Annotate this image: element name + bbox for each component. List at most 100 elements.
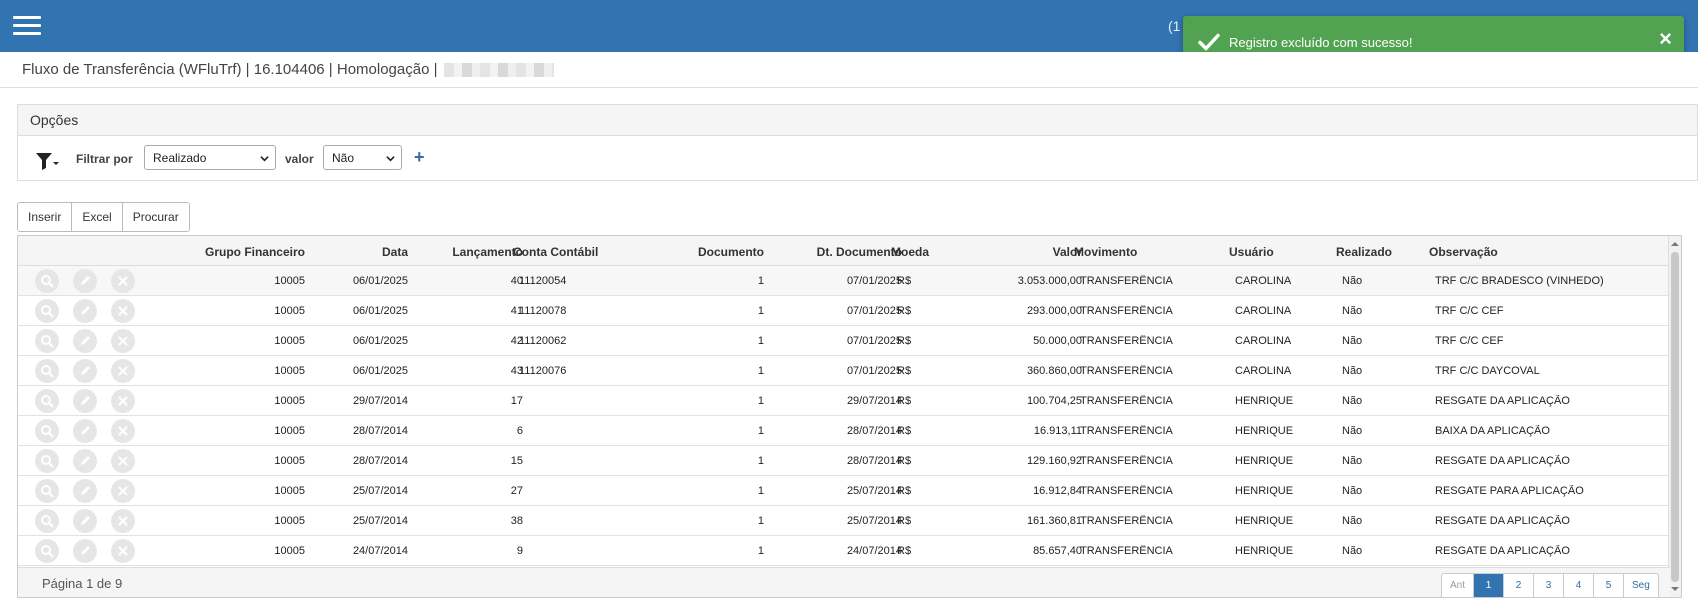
toast-close-button[interactable]: × bbox=[1659, 28, 1672, 50]
edit-record-button[interactable] bbox=[73, 539, 97, 563]
view-record-button[interactable] bbox=[35, 389, 59, 413]
cell-movimento: TRANSFERÊNCIA bbox=[1080, 425, 1173, 437]
menu-icon[interactable] bbox=[13, 16, 41, 36]
table-row[interactable]: 10005 25/07/2014 27 1 25/07/2014 R$ 16.912,84 T… bbox=[18, 476, 1681, 506]
cell-lancamento: 17 bbox=[510, 395, 523, 407]
edit-record-button[interactable] bbox=[73, 449, 97, 473]
view-record-button[interactable] bbox=[35, 509, 59, 533]
cell-usuario: HENRIQUE bbox=[1235, 515, 1294, 527]
view-record-button[interactable] bbox=[35, 539, 59, 563]
delete-record-button[interactable] bbox=[111, 269, 135, 293]
page-3-button[interactable]: 3 bbox=[1534, 574, 1565, 597]
view-record-button[interactable] bbox=[35, 479, 59, 503]
cell-movimento: TRANSFERÊNCIA bbox=[1080, 485, 1173, 497]
cell-realizado: Não bbox=[1342, 335, 1363, 347]
cell-lancamento: 9 bbox=[516, 545, 523, 557]
cell-usuario: CAROLINA bbox=[1235, 335, 1292, 347]
filter-icon[interactable] bbox=[35, 151, 59, 171]
options-panel: Opções Filtrar por Realizado valor Não + bbox=[17, 104, 1698, 181]
col-header-moeda[interactable]: Moeda bbox=[891, 245, 951, 259]
toast-message: Registro excluído com sucesso! bbox=[1229, 35, 1413, 50]
cell-dt-documento: 07/01/2025 bbox=[846, 305, 902, 317]
table-row[interactable]: 10005 29/07/2014 17 1 29/07/2014 R$ 100.704,25… bbox=[18, 386, 1681, 416]
insert-button[interactable]: Inserir bbox=[18, 203, 73, 231]
next-page-button[interactable]: Seg bbox=[1624, 574, 1658, 597]
col-header-lancamento[interactable]: Lançamento bbox=[413, 245, 523, 259]
delete-record-button[interactable] bbox=[111, 539, 135, 563]
filter-value-select[interactable]: Não bbox=[323, 145, 402, 170]
table-row[interactable]: 10005 06/01/2025 42 11120062 1 07/01/2025 R$ 50… bbox=[18, 326, 1681, 356]
table-row[interactable]: 10005 24/07/2014 9 1 24/07/2014 R$ 85.657,40 TR… bbox=[18, 536, 1681, 566]
cell-observacao: RESGATE DA APLICAÇÃO bbox=[1435, 455, 1570, 467]
scrollbar-thumb[interactable] bbox=[1671, 252, 1679, 582]
cell-valor: 161.360,81 bbox=[1026, 515, 1082, 527]
data-grid: Grupo Financeiro Data Lançamento Conta C… bbox=[17, 235, 1682, 598]
view-record-button[interactable] bbox=[35, 449, 59, 473]
col-header-dt-documento[interactable]: Dt. Documento bbox=[768, 245, 902, 259]
cell-data: 06/01/2025 bbox=[352, 335, 408, 347]
cell-movimento: TRANSFERÊNCIA bbox=[1080, 395, 1173, 407]
delete-record-button[interactable] bbox=[111, 479, 135, 503]
col-header-observacao[interactable]: Observação bbox=[1429, 245, 1659, 259]
scroll-down-icon[interactable] bbox=[1671, 585, 1679, 593]
page-1-button[interactable]: 1 bbox=[1474, 574, 1505, 597]
col-header-realizado[interactable]: Realizado bbox=[1336, 245, 1426, 259]
table-row[interactable]: 10005 06/01/2025 43 11120076 1 07/01/2025 R$ 36… bbox=[18, 356, 1681, 386]
table-row[interactable]: 10005 06/01/2025 41 11120078 1 07/01/2025 R$ 29… bbox=[18, 296, 1681, 326]
edit-record-button[interactable] bbox=[73, 299, 97, 323]
view-record-button[interactable] bbox=[35, 299, 59, 323]
edit-record-button[interactable] bbox=[73, 269, 97, 293]
cell-dt-documento: 07/01/2025 bbox=[846, 275, 902, 287]
col-header-valor[interactable]: Valor bbox=[968, 245, 1082, 259]
filter-field-select[interactable]: Realizado bbox=[144, 145, 276, 170]
cell-documento: 1 bbox=[757, 305, 764, 317]
page-4-button[interactable]: 4 bbox=[1564, 574, 1595, 597]
cell-lancamento: 27 bbox=[510, 485, 523, 497]
cell-movimento: TRANSFERÊNCIA bbox=[1080, 305, 1173, 317]
cell-lancamento: 38 bbox=[510, 515, 523, 527]
col-header-usuario[interactable]: Usuário bbox=[1229, 245, 1329, 259]
edit-record-button[interactable] bbox=[73, 509, 97, 533]
edit-record-button[interactable] bbox=[73, 359, 97, 383]
delete-record-button[interactable] bbox=[111, 329, 135, 353]
page-5-button[interactable]: 5 bbox=[1594, 574, 1625, 597]
col-header-documento[interactable]: Documento bbox=[658, 245, 764, 259]
cell-data: 28/07/2014 bbox=[352, 425, 408, 437]
checkmark-icon bbox=[1198, 33, 1220, 51]
add-filter-button[interactable]: + bbox=[414, 147, 425, 168]
delete-record-button[interactable] bbox=[111, 509, 135, 533]
delete-record-button[interactable] bbox=[111, 389, 135, 413]
delete-record-button[interactable] bbox=[111, 359, 135, 383]
excel-button[interactable]: Excel bbox=[72, 203, 123, 231]
edit-record-button[interactable] bbox=[73, 389, 97, 413]
col-header-movimento[interactable]: Movimento bbox=[1074, 245, 1214, 259]
cell-lancamento: 15 bbox=[510, 455, 523, 467]
delete-record-button[interactable] bbox=[111, 419, 135, 443]
view-record-button[interactable] bbox=[35, 359, 59, 383]
cell-grupo: 10005 bbox=[274, 365, 305, 377]
col-header-conta[interactable]: Conta Contábil bbox=[513, 245, 643, 259]
edit-record-button[interactable] bbox=[73, 329, 97, 353]
table-row[interactable]: 10005 28/07/2014 15 1 28/07/2014 R$ 129.160,92… bbox=[18, 446, 1681, 476]
delete-record-button[interactable] bbox=[111, 299, 135, 323]
table-row[interactable]: 10005 06/01/2025 40 11120054 1 07/01/2025 R$ 3.… bbox=[18, 266, 1681, 296]
edit-record-button[interactable] bbox=[73, 419, 97, 443]
cell-usuario: CAROLINA bbox=[1235, 365, 1292, 377]
edit-record-button[interactable] bbox=[73, 479, 97, 503]
view-record-button[interactable] bbox=[35, 419, 59, 443]
prev-page-button[interactable]: Ant bbox=[1442, 574, 1475, 597]
scroll-up-icon[interactable] bbox=[1671, 240, 1679, 248]
cell-moeda: R$ bbox=[897, 275, 912, 287]
page-2-button[interactable]: 2 bbox=[1504, 574, 1535, 597]
grid-scrollbar[interactable] bbox=[1668, 236, 1681, 597]
table-row[interactable]: 10005 28/07/2014 6 1 28/07/2014 R$ 16.913,11 TR… bbox=[18, 416, 1681, 446]
delete-record-button[interactable] bbox=[111, 449, 135, 473]
cell-realizado: Não bbox=[1342, 485, 1363, 497]
view-record-button[interactable] bbox=[35, 329, 59, 353]
cell-usuario: HENRIQUE bbox=[1235, 395, 1294, 407]
table-row[interactable]: 10005 25/07/2014 38 1 25/07/2014 R$ 161.360,81… bbox=[18, 506, 1681, 536]
view-record-button[interactable] bbox=[35, 269, 59, 293]
search-button[interactable]: Procurar bbox=[122, 203, 189, 231]
col-header-data[interactable]: Data bbox=[308, 245, 408, 259]
col-header-grupo[interactable]: Grupo Financeiro bbox=[148, 245, 305, 259]
